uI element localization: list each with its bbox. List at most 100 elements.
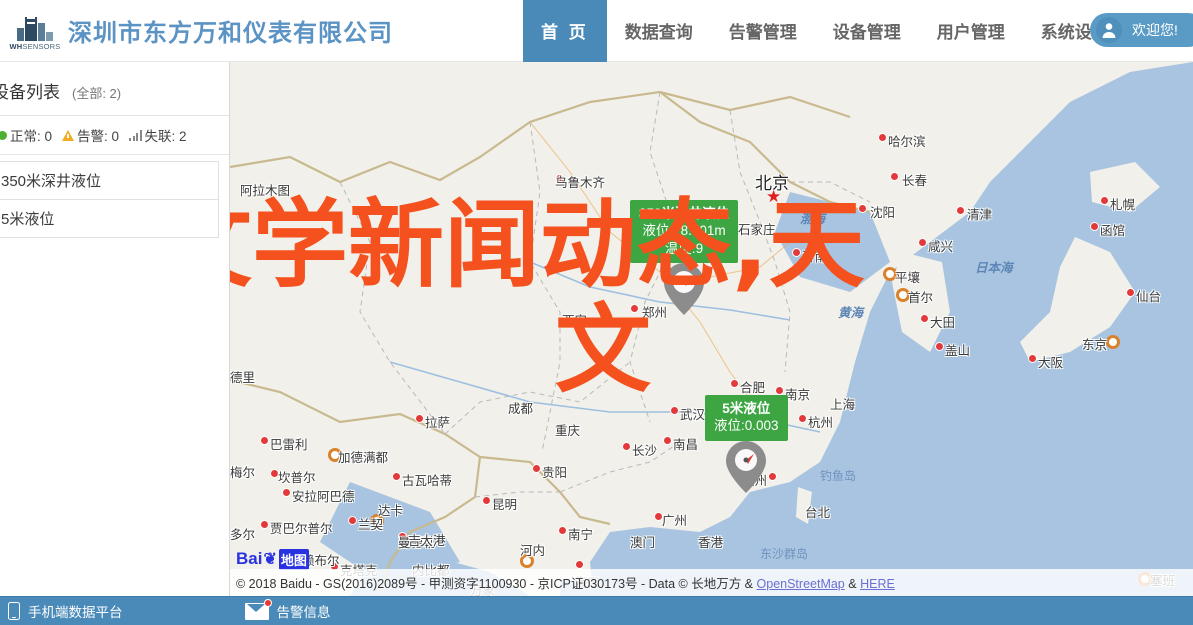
city-dot (1126, 288, 1135, 297)
footer-label-alarm: 告警信息 (276, 605, 331, 620)
capital-dot (370, 514, 384, 528)
nav-item-data-query[interactable]: 数据查询 (607, 0, 711, 62)
city-dot (1100, 196, 1109, 205)
city-dot (935, 342, 944, 351)
city-dot (532, 464, 541, 473)
city-dot (555, 174, 564, 183)
capital-dot (1106, 335, 1120, 349)
city-dot (622, 442, 631, 451)
marker-callout: 5米液位 液位:0.003 (705, 395, 788, 441)
envelope-icon (244, 598, 272, 620)
map-pin-icon (724, 439, 768, 495)
city-dot (398, 532, 407, 541)
signal-bars-icon (129, 129, 142, 141)
main-nav: 首 页 数据查询 告警管理 设备管理 用户管理 系统设置 (523, 0, 1127, 62)
baidu-map-label: 地图 (278, 548, 309, 570)
city-dot (890, 172, 899, 181)
baidu-paw-icon: ❦ (263, 551, 277, 568)
user-icon (1096, 17, 1122, 43)
list-item[interactable]: 5米液位 (0, 199, 219, 238)
city-dot (260, 436, 269, 445)
page-title: 设备列表 (0, 83, 60, 102)
city-dot (1090, 222, 1099, 231)
status-alarm-label: 告警: 0 (77, 129, 120, 144)
link-here[interactable]: HERE (860, 577, 895, 591)
marker-title: 5米液位 (722, 401, 771, 416)
city-dot (654, 512, 663, 521)
city-dot (348, 516, 357, 525)
marker-value-level: 液位:0.003 (714, 418, 779, 434)
city-dot (575, 560, 584, 569)
list-item[interactable]: 350米深井液位 (0, 161, 219, 199)
green-dot-icon (0, 130, 7, 140)
brand-block[interactable]: WHSENSORS 深圳市东方万和仪表有限公司 (0, 11, 393, 51)
capital-dot (896, 288, 910, 302)
link-openstreetmap[interactable]: OpenStreetMap (757, 577, 845, 591)
map-canvas[interactable]: ★ 阿拉木图 乌鲁木齐 哈尔滨 长春 沈阳 清津 北京 渤海 咸兴 平壤 首尔 石家庄 济南 大田 盖山 日本… (230, 62, 1193, 596)
page-header: WHSENSORS 深圳市东方万和仪表有限公司 首 页 数据查询 告警管理 设备… (0, 0, 1193, 62)
logo-text-top: WH (9, 41, 23, 51)
city-dot (730, 379, 739, 388)
status-alarm: 告警: 0 (62, 125, 119, 145)
capital-dot (883, 267, 897, 281)
city-dot (1028, 354, 1037, 363)
city-dot (260, 520, 269, 529)
notification-badge (263, 598, 272, 607)
city-dot (663, 436, 672, 445)
map-marker-5m-level[interactable]: 5米液位 液位:0.003 (705, 395, 788, 495)
capital-dot (328, 448, 342, 462)
city-dot (670, 406, 679, 415)
map-pin-icon (662, 261, 706, 317)
nav-item-device-management[interactable]: 设备管理 (815, 0, 919, 62)
capital-star-icon: ★ (766, 187, 782, 206)
map-copyright-text: © 2018 Baidu - GS(2016)2089号 - 甲测资字11009… (236, 577, 754, 591)
city-dot (392, 472, 401, 481)
marker-title: 350米深井液位 (639, 206, 730, 221)
city-dot (415, 414, 424, 423)
nav-item-alarm-management[interactable]: 告警管理 (711, 0, 815, 62)
warning-triangle-icon (62, 129, 75, 141)
marker-value-temp: 温度:9 (664, 240, 704, 256)
city-dot (270, 469, 279, 478)
city-dot (918, 238, 927, 247)
device-list-header: 设备列表 (全部: 2) (0, 62, 229, 116)
city-dot (858, 204, 867, 213)
map-marker-350m-well[interactable]: 350米深井液位 液位:28.701m 温度:9 (630, 200, 739, 317)
user-welcome-pill[interactable]: 欢迎您! (1090, 13, 1193, 47)
city-dot (282, 488, 291, 497)
page-footer: 手机端数据平台 告警信息 (0, 596, 1193, 625)
device-items: 350米深井液位 5米液位 (0, 155, 229, 238)
city-dot (878, 133, 887, 142)
footer-item-alarm-info[interactable]: 告警信息 (244, 598, 331, 621)
mobile-phone-icon (8, 602, 20, 620)
nav-item-user-management[interactable]: 用户管理 (919, 0, 1023, 62)
status-normal: 正常: 0 (0, 125, 52, 145)
link-separator: & (848, 577, 857, 591)
status-normal-label: 正常: 0 (10, 129, 53, 144)
city-dot (956, 206, 965, 215)
device-status-summary: 正常: 0 告警: 0 失联: 2 (0, 116, 229, 155)
city-dot (775, 386, 784, 395)
city-dot (482, 496, 491, 505)
status-offline: 失联: 2 (129, 125, 187, 145)
city-dot (792, 248, 801, 257)
status-offline-label: 失联: 2 (144, 129, 187, 144)
welcome-text: 欢迎您! (1132, 22, 1178, 38)
logo-text-bottom: SENSORS (22, 41, 61, 51)
device-list-panel: 设备列表 (全部: 2) 正常: 0 告警: 0 失联: 2 350米深井液位 … (0, 62, 230, 625)
app-root: WHSENSORS 深圳市东方万和仪表有限公司 首 页 数据查询 告警管理 设备… (0, 0, 1193, 625)
marker-value-level: 液位:28.701m (642, 223, 726, 239)
city-dot (558, 526, 567, 535)
nav-item-home[interactable]: 首 页 (523, 0, 607, 62)
wh-sensors-logo-icon: WHSENSORS (10, 11, 60, 51)
baidu-map-logo[interactable]: Bai ❦ 地图 (236, 548, 309, 570)
capital-dot (520, 554, 534, 568)
baidu-logo-text: Bai (236, 549, 263, 568)
device-count: (全部: 2) (72, 86, 122, 101)
city-dot (920, 314, 929, 323)
city-dot (798, 414, 807, 423)
map-copyright: © 2018 Baidu - GS(2016)2089号 - 甲测资字11009… (230, 569, 1193, 596)
company-name: 深圳市东方万和仪表有限公司 (68, 20, 393, 47)
footer-item-mobile-platform[interactable]: 手机端数据平台 (8, 601, 123, 621)
footer-label-mobile: 手机端数据平台 (28, 605, 123, 620)
